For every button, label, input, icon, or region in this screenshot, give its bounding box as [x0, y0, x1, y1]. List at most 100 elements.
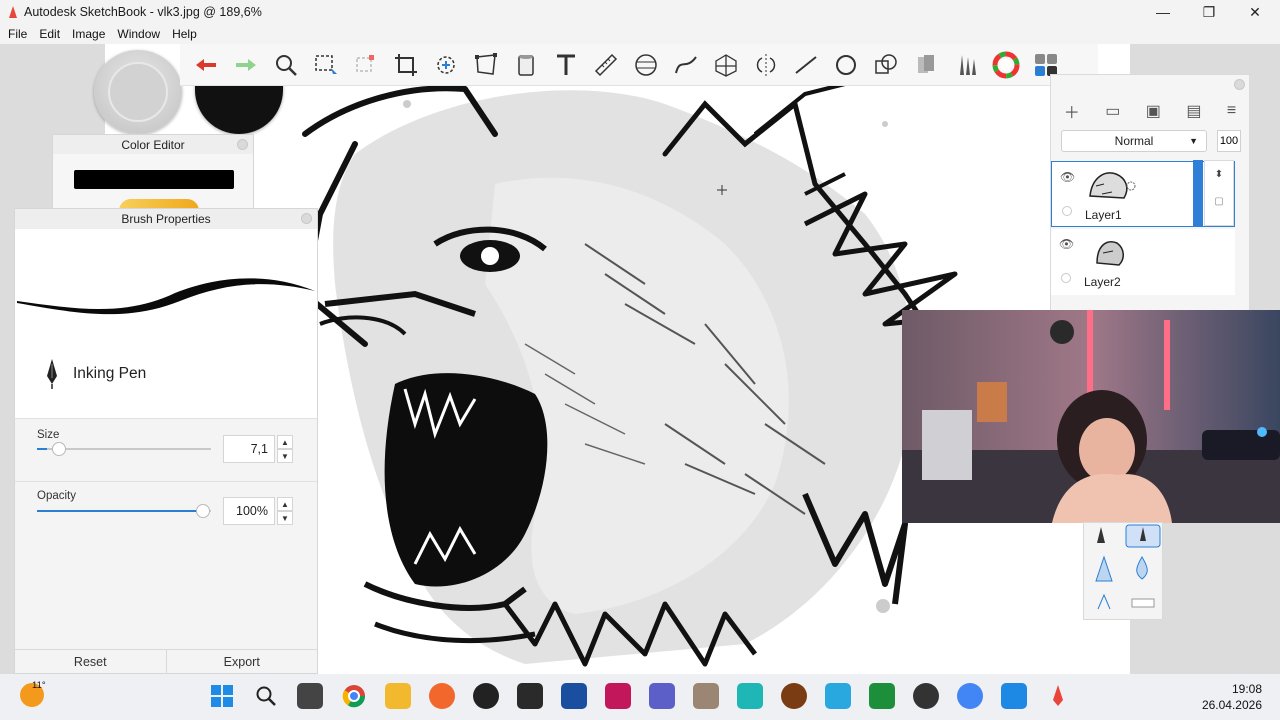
layer-scrollbar[interactable]: [1193, 160, 1203, 226]
opacity-slider-thumb[interactable]: [196, 504, 210, 518]
game-app-icon[interactable]: [781, 683, 807, 709]
layer-row-layer2[interactable]: 👁 Layer2: [1051, 229, 1235, 295]
perspective-icon[interactable]: [708, 47, 744, 83]
export-button[interactable]: Export: [167, 650, 318, 673]
ruler-icon[interactable]: [588, 47, 624, 83]
system-clock[interactable]: 19:08 26.04.2026: [1202, 681, 1262, 713]
ellipse-icon[interactable]: [828, 47, 864, 83]
color-editor-title: Color Editor: [53, 135, 253, 154]
layer-thumbnail: [1089, 172, 1136, 199]
teams-icon[interactable]: [649, 683, 675, 709]
layer-editor-close-icon[interactable]: [1234, 79, 1245, 90]
distort-icon[interactable]: [468, 47, 504, 83]
minimize-button[interactable]: —: [1140, 0, 1186, 24]
layer-visibility-eye-icon[interactable]: 👁: [1059, 237, 1074, 251]
color-editor-close-icon[interactable]: [237, 139, 248, 150]
layer-lock-icon[interactable]: [1062, 206, 1072, 216]
menu-edit[interactable]: Edit: [33, 27, 66, 41]
obs-icon[interactable]: [473, 683, 499, 709]
add-image-icon[interactable]: ▣: [1146, 101, 1161, 121]
menu-bar: File Edit Image Window Help: [0, 24, 1280, 44]
undo-icon[interactable]: [188, 47, 224, 83]
size-up-icon[interactable]: ▲: [277, 435, 293, 449]
layer-group-icon[interactable]: ▭: [1105, 101, 1120, 121]
symmetry-icon[interactable]: [748, 47, 784, 83]
start-icon[interactable]: [209, 683, 235, 709]
size-value-field[interactable]: 7,1: [223, 435, 275, 463]
size-down-icon[interactable]: ▼: [277, 449, 293, 463]
opacity-up-icon[interactable]: ▲: [277, 497, 293, 511]
streaming-app-icon[interactable]: [517, 683, 543, 709]
transform-icon[interactable]: [428, 47, 464, 83]
chrome-icon[interactable]: [341, 683, 367, 709]
layer-opacity-field[interactable]: 100: [1217, 130, 1241, 152]
fill-icon[interactable]: [508, 47, 544, 83]
title-bar: Autodesk SketchBook - vlk3.jpg @ 189,6%: [0, 0, 1280, 24]
layer-menu-icon[interactable]: ≡: [1227, 102, 1236, 120]
crop-icon[interactable]: [388, 47, 424, 83]
stroke-icon[interactable]: [788, 47, 824, 83]
brush-properties-close-icon[interactable]: [301, 213, 312, 224]
size-slider-thumb[interactable]: [52, 442, 66, 456]
transfer-app-icon[interactable]: [693, 683, 719, 709]
task-view-icon[interactable]: [297, 683, 323, 709]
redo-icon[interactable]: [228, 47, 264, 83]
layer-save-icon[interactable]: ▤: [1186, 101, 1201, 121]
opacity-slider-block: Opacity 100% ▲ ▼: [15, 481, 317, 541]
sketchbook-taskbar-icon[interactable]: [1045, 683, 1071, 709]
terminal-app-icon[interactable]: [869, 683, 895, 709]
brushes-icon[interactable]: [948, 47, 984, 83]
chrome-profile-icon[interactable]: [957, 683, 983, 709]
layer-thumbnail: [1096, 241, 1124, 266]
firefox-icon[interactable]: [429, 683, 455, 709]
color-wheel-icon[interactable]: [988, 47, 1024, 83]
french-curve-icon[interactable]: [668, 47, 704, 83]
add-layer-icon[interactable]: ＋: [1064, 99, 1080, 123]
close-button[interactable]: ✕: [1232, 0, 1278, 24]
shapes-icon[interactable]: [868, 47, 904, 83]
weather-temperature: 11°: [32, 680, 46, 691]
color-editor-panel: Color Editor: [52, 134, 254, 211]
app-icon-teal[interactable]: [737, 683, 763, 709]
size-stepper[interactable]: ▲ ▼: [277, 435, 293, 463]
layer-move-icon[interactable]: ⬍: [1205, 169, 1233, 180]
brush-properties-title: Brush Properties: [15, 209, 317, 229]
webcam-overlay: [902, 310, 1280, 523]
opacity-value-field[interactable]: 100%: [223, 497, 275, 525]
ellipse-guide-icon[interactable]: [628, 47, 664, 83]
layer-visibility-eye-icon[interactable]: 👁: [1060, 170, 1075, 184]
opacity-stepper[interactable]: ▲ ▼: [277, 497, 293, 525]
search-icon[interactable]: [253, 683, 279, 709]
windows-taskbar: 11° 19:08 26.04.2026: [0, 674, 1280, 720]
maximize-button[interactable]: ❐: [1186, 0, 1232, 24]
layer-lock-icon[interactable]: [1061, 273, 1071, 283]
menu-image[interactable]: Image: [66, 27, 111, 41]
layer-lock-toggle-icon[interactable]: ▢: [1205, 196, 1233, 207]
security-app-icon[interactable]: [561, 683, 587, 709]
current-color-swatch[interactable]: [74, 170, 234, 189]
recording-app-icon[interactable]: [913, 683, 939, 709]
notepad-app-icon[interactable]: [825, 683, 851, 709]
text-icon[interactable]: [548, 47, 584, 83]
capture-app-icon[interactable]: [605, 683, 631, 709]
blend-mode-select[interactable]: Normal ▼: [1061, 130, 1207, 152]
layer-name: Layer1: [1085, 208, 1122, 222]
size-label: Size: [37, 429, 60, 441]
copic-icon[interactable]: [908, 47, 944, 83]
reset-button[interactable]: Reset: [15, 650, 167, 673]
file-explorer-icon[interactable]: [385, 683, 411, 709]
select-icon[interactable]: [308, 47, 344, 83]
sketchbook-app-icon: [9, 6, 17, 18]
menu-help[interactable]: Help: [166, 27, 203, 41]
size-slider-fill: [37, 448, 47, 450]
layer-actions: ＋ ▭ ▣ ▤ ≡: [1051, 97, 1249, 125]
lasso-icon[interactable]: [348, 47, 384, 83]
menu-window[interactable]: Window: [111, 27, 166, 41]
menu-file[interactable]: File: [2, 27, 33, 41]
clock-date: 26.04.2026: [1201, 698, 1262, 712]
inking-pen-icon: [47, 358, 57, 389]
ugee-app-icon[interactable]: [1001, 683, 1027, 709]
opacity-down-icon[interactable]: ▼: [277, 511, 293, 525]
color-puck[interactable]: [94, 50, 182, 134]
zoom-icon[interactable]: [268, 47, 304, 83]
